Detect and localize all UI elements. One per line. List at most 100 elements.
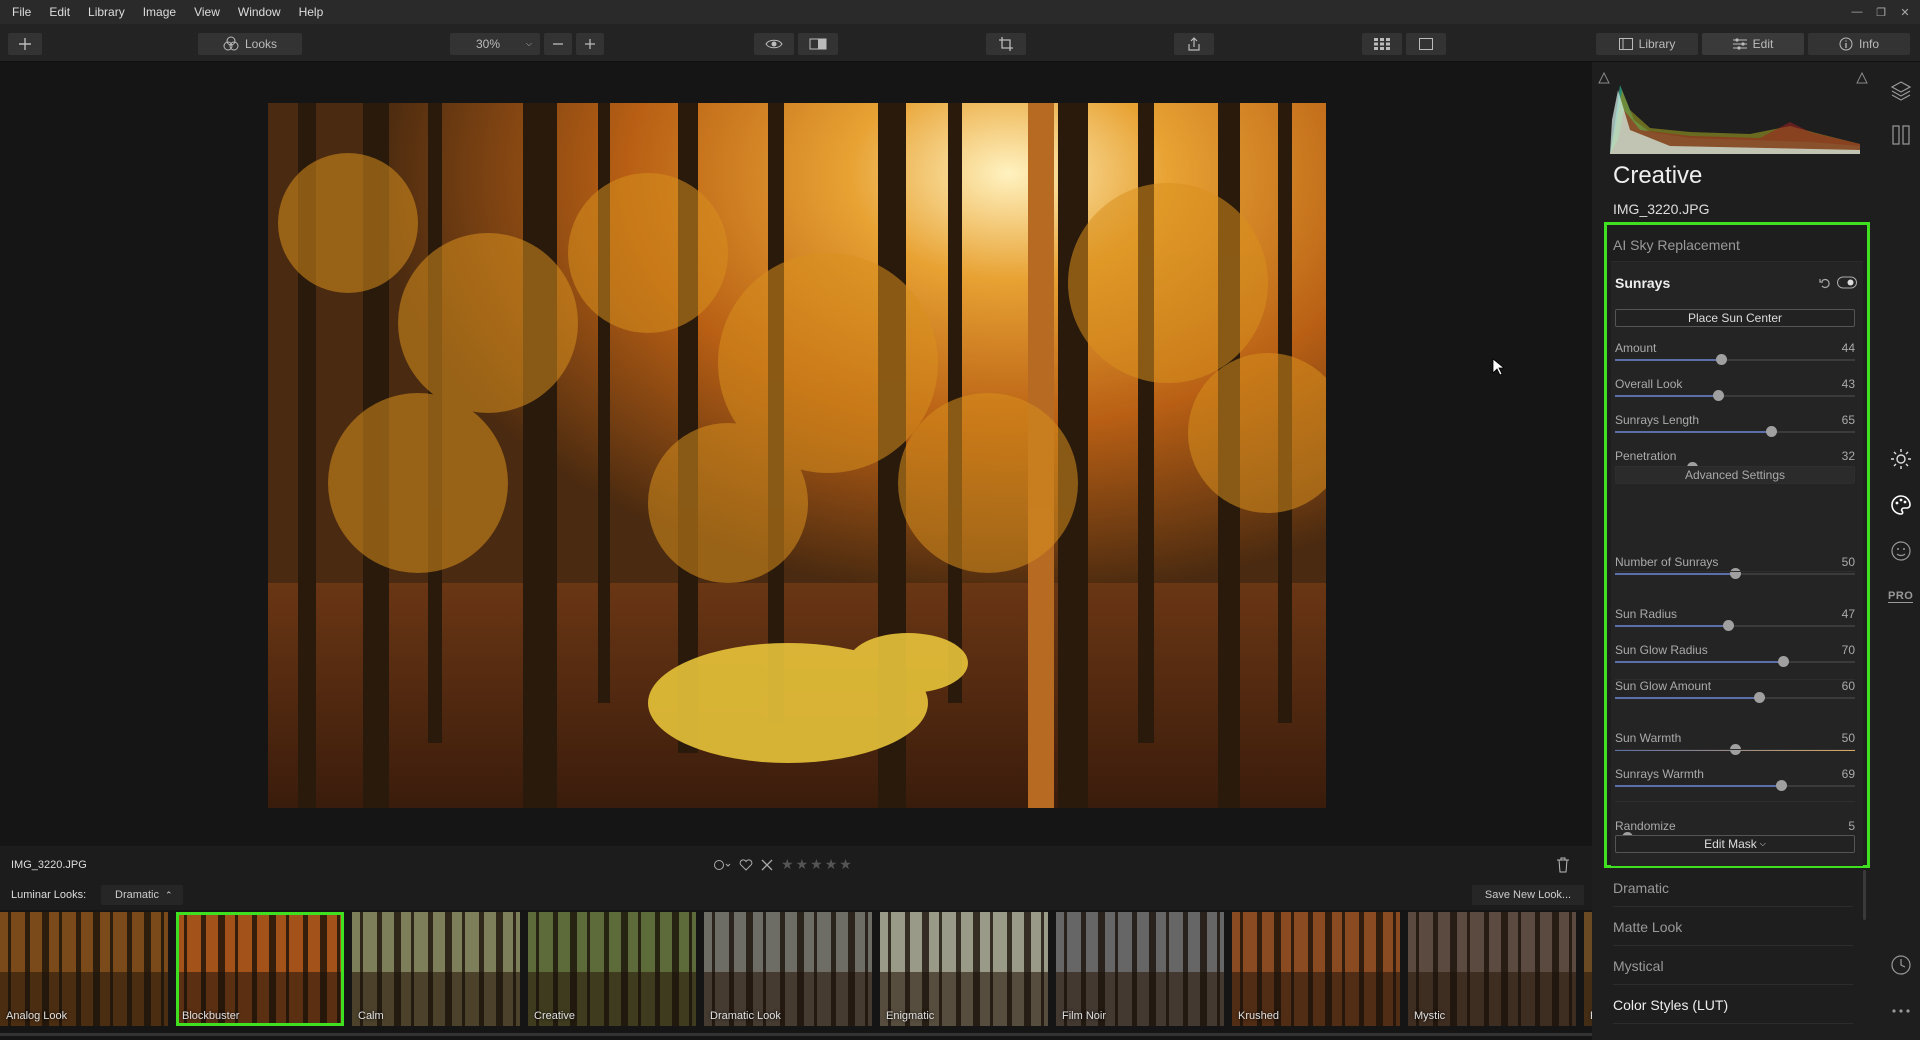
heart-icon[interactable] <box>739 858 753 871</box>
trash-icon[interactable] <box>1556 857 1570 873</box>
sun-icon[interactable] <box>1890 448 1912 470</box>
slider-track[interactable] <box>1615 620 1855 631</box>
compare-button[interactable] <box>798 33 838 55</box>
slider-track[interactable] <box>1615 568 1855 579</box>
slider-value: 47 <box>1841 607 1855 621</box>
slider-handle[interactable] <box>1722 620 1734 631</box>
library-mode-button[interactable]: Library <box>1596 33 1698 55</box>
share-button[interactable] <box>1174 33 1214 55</box>
zoom-select[interactable]: 30% ⌵ <box>450 33 540 55</box>
portrait-face-icon[interactable] <box>1890 540 1912 562</box>
star-icon[interactable]: ★ <box>796 856 809 873</box>
look-preview-image <box>1584 912 1592 1026</box>
edit-mask-button[interactable]: Edit Mask ⌵ <box>1615 835 1855 853</box>
restore-icon[interactable]: ❐ <box>1872 6 1890 19</box>
slider-track[interactable] <box>1615 656 1855 667</box>
filter-section-dramatic[interactable]: Dramatic <box>1613 880 1669 896</box>
slider-sun-warmth[interactable]: Sun Warmth 50 <box>1615 731 1855 761</box>
slider-handle[interactable] <box>1730 568 1741 579</box>
zoom-out-button[interactable] <box>544 33 572 55</box>
slider-sun-radius[interactable]: Sun Radius 47 <box>1615 607 1855 637</box>
look-thumbnail[interactable]: Analog Look <box>0 912 168 1026</box>
look-thumbnail[interactable]: Mystic <box>1408 912 1576 1026</box>
palette-icon[interactable] <box>1890 494 1912 516</box>
slider-track[interactable] <box>1615 692 1855 703</box>
save-new-look-button[interactable]: Save New Look... <box>1472 885 1584 905</box>
edit-mode-button[interactable]: Edit <box>1702 33 1804 55</box>
slider-handle[interactable] <box>1778 656 1789 667</box>
place-sun-center-button[interactable]: Place Sun Center <box>1615 309 1855 327</box>
history-clock-icon[interactable] <box>1890 954 1912 976</box>
slider-sun-glow-amount[interactable]: Sun Glow Amount 60 <box>1615 679 1855 709</box>
menu-library[interactable]: Library <box>79 5 134 19</box>
menu-view[interactable]: View <box>185 5 229 19</box>
ai-sky-replacement-section[interactable]: AI Sky Replacement <box>1613 237 1740 253</box>
single-view-button[interactable] <box>1406 33 1446 55</box>
minimize-icon[interactable]: — <box>1848 6 1866 18</box>
layers-icon[interactable] <box>1890 80 1912 102</box>
slider-track[interactable] <box>1615 354 1855 365</box>
slider-track[interactable] <box>1615 426 1855 437</box>
look-thumbnail[interactable]: Enigmatic <box>880 912 1048 1026</box>
menu-image[interactable]: Image <box>134 5 185 19</box>
info-mode-button[interactable]: Info <box>1808 33 1910 55</box>
photo-preview[interactable] <box>268 103 1326 808</box>
looks-button[interactable]: Looks <box>198 33 302 55</box>
slider-number-of-sunrays[interactable]: Number of Sunrays 50 <box>1615 555 1855 585</box>
look-thumbnail[interactable]: Calm <box>352 912 520 1026</box>
look-thumbnail[interactable]: Re <box>1584 912 1592 1026</box>
looks-category-select[interactable]: Dramatic ⌃ <box>101 885 183 905</box>
look-thumbnail-selected[interactable]: Blockbuster <box>176 912 344 1026</box>
filter-section-matte-look[interactable]: Matte Look <box>1613 919 1682 935</box>
slider-fill <box>1615 573 1735 575</box>
sunrays-title[interactable]: Sunrays <box>1615 275 1670 291</box>
slider-handle[interactable] <box>1766 426 1777 437</box>
reset-icon[interactable] <box>1819 277 1831 289</box>
crop-button[interactable] <box>986 33 1026 55</box>
look-thumbnail[interactable]: Dramatic Look <box>704 912 872 1026</box>
slider-amount[interactable]: Amount 44 <box>1615 341 1855 371</box>
color-label-icon[interactable] <box>713 859 731 871</box>
star-icon[interactable]: ★ <box>810 856 823 873</box>
menu-window[interactable]: Window <box>229 5 290 19</box>
slider-handle[interactable] <box>1713 390 1725 401</box>
star-rating[interactable]: ★ ★ ★ ★ ★ <box>781 856 852 873</box>
slider-handle[interactable] <box>1754 692 1765 703</box>
slider-handle[interactable] <box>1775 780 1787 791</box>
visibility-toggle-icon[interactable] <box>1837 276 1857 289</box>
image-canvas[interactable] <box>0 62 1592 846</box>
slider-handle[interactable] <box>1715 354 1727 365</box>
shadow-clipping-icon[interactable] <box>1598 72 1610 84</box>
reject-icon[interactable] <box>761 859 773 871</box>
star-icon[interactable]: ★ <box>839 856 852 873</box>
slider-sun-glow-radius[interactable]: Sun Glow Radius 70 <box>1615 643 1855 673</box>
menu-help[interactable]: Help <box>290 5 333 19</box>
grid-view-button[interactable] <box>1362 33 1402 55</box>
slider-sunrays-warmth[interactable]: Sunrays Warmth 69 <box>1615 767 1855 797</box>
advanced-settings-toggle[interactable]: Advanced Settings <box>1615 466 1855 484</box>
look-thumbnail[interactable]: Krushed <box>1232 912 1400 1026</box>
slider-overall-look[interactable]: Overall Look 43 <box>1615 377 1855 407</box>
slider-sunrays-length[interactable]: Sunrays Length 65 <box>1615 413 1855 443</box>
slider-track[interactable] <box>1615 390 1855 401</box>
canvas-icon[interactable] <box>1890 124 1912 146</box>
look-thumbnail[interactable]: Film Noir <box>1056 912 1224 1026</box>
menu-file[interactable]: File <box>0 5 40 19</box>
panel-scrollbar[interactable] <box>1863 870 1866 920</box>
pro-tools-label[interactable]: PRO <box>1888 590 1914 603</box>
look-thumbnail[interactable]: Creative <box>528 912 696 1026</box>
filter-section-color-styles-lut-[interactable]: Color Styles (LUT) <box>1613 997 1728 1013</box>
divider <box>1613 1023 1853 1024</box>
close-icon[interactable]: ✕ <box>1896 6 1914 19</box>
menu-edit[interactable]: Edit <box>40 5 79 19</box>
slider-track[interactable] <box>1615 780 1855 791</box>
filmstrip-scrollbar[interactable] <box>0 1030 1592 1040</box>
filter-section-mystical[interactable]: Mystical <box>1613 958 1664 974</box>
add-button[interactable] <box>8 33 42 55</box>
more-icon[interactable] <box>1890 1000 1912 1022</box>
divider <box>1613 945 1853 946</box>
preview-button[interactable] <box>754 33 794 55</box>
star-icon[interactable]: ★ <box>825 856 838 873</box>
star-icon[interactable]: ★ <box>781 856 794 873</box>
zoom-in-button[interactable] <box>576 33 604 55</box>
